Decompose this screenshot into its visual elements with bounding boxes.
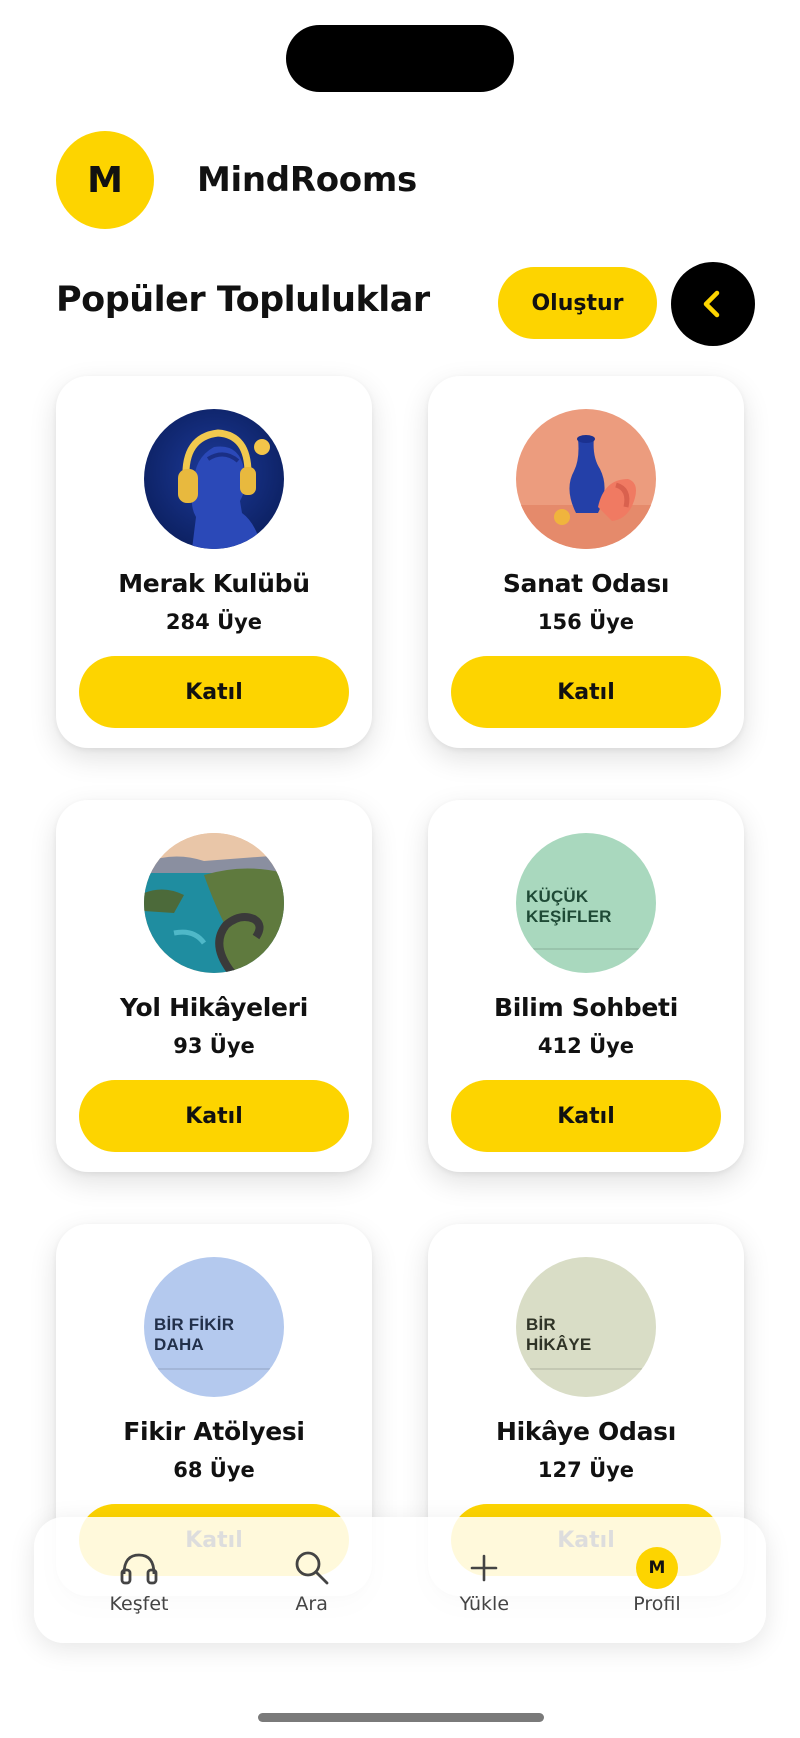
app-name: MindRooms xyxy=(197,160,417,200)
community-image-poster: KÜÇÜK KEŞİFLER xyxy=(516,833,656,973)
app-header: M MindRooms xyxy=(56,131,417,229)
tab-label: Ara xyxy=(295,1593,328,1615)
search-icon xyxy=(295,1551,329,1585)
tab-upload[interactable]: Yükle xyxy=(429,1517,539,1643)
community-image-poster: BİR FİKİR DAHA xyxy=(144,1257,284,1397)
poster-line-1: BİR FİKİR xyxy=(154,1315,235,1334)
join-button[interactable]: Katıl xyxy=(79,656,349,728)
app-logo: M xyxy=(56,131,154,229)
poster-line-2: KEŞİFLER xyxy=(526,907,612,926)
member-count: 93 Üye xyxy=(173,1034,255,1058)
profile-avatar: M xyxy=(635,1547,678,1589)
community-name: Hikâye Odası xyxy=(495,1417,677,1446)
member-count: 284 Üye xyxy=(165,610,263,634)
community-name: Fikir Atölyesi xyxy=(123,1417,305,1446)
member-count: 156 Üye xyxy=(537,610,635,634)
community-image-statue xyxy=(144,409,284,549)
poster-line-1: KÜÇÜK xyxy=(526,887,589,906)
section-title: Popüler Topluluklar xyxy=(56,280,430,320)
join-button[interactable]: Katıl xyxy=(451,656,721,728)
home-indicator xyxy=(258,1713,544,1722)
community-image-vase xyxy=(516,409,656,549)
poster-line-1: BİR xyxy=(526,1315,556,1334)
bottom-tab-bar: Keşfet Ara Yükle M Profil xyxy=(34,1517,766,1643)
tab-search[interactable]: Ara xyxy=(257,1517,367,1643)
tab-label: Yükle xyxy=(459,1593,510,1615)
member-count: 68 Üye xyxy=(173,1458,255,1482)
community-card[interactable]: Sanat Odası 156 Üye Katıl xyxy=(428,376,744,748)
community-image-poster: BİR HİKÂYE xyxy=(516,1257,656,1397)
dynamic-island xyxy=(286,25,514,92)
member-count: 127 Üye xyxy=(537,1458,635,1482)
community-card[interactable]: KÜÇÜK KEŞİFLER Bilim Sohbeti 412 Üye Kat… xyxy=(428,800,744,1172)
join-button[interactable]: Katıl xyxy=(451,1080,721,1152)
poster-line-2: HİKÂYE xyxy=(526,1335,592,1354)
back-button[interactable] xyxy=(671,262,755,346)
community-name: Merak Kulübü xyxy=(118,569,310,598)
poster-line-2: DAHA xyxy=(154,1335,204,1354)
community-grid: Merak Kulübü 284 Üye Katıl Sanat Odası 1… xyxy=(56,376,744,1596)
community-name: Yol Hikâyeleri xyxy=(120,993,308,1022)
tab-label: Profil xyxy=(633,1593,681,1615)
tab-profile[interactable]: M Profil xyxy=(602,1517,712,1643)
create-button[interactable]: Oluştur xyxy=(498,267,657,339)
join-button[interactable]: Katıl xyxy=(79,1080,349,1152)
community-image-coastal-road xyxy=(144,833,284,973)
headphones-icon xyxy=(120,1553,158,1585)
community-name: Bilim Sohbeti xyxy=(494,993,678,1022)
member-count: 412 Üye xyxy=(537,1034,635,1058)
chevron-left-icon xyxy=(703,290,720,318)
community-name: Sanat Odası xyxy=(502,569,670,598)
plus-icon xyxy=(471,1554,498,1582)
community-card[interactable]: Merak Kulübü 284 Üye Katıl xyxy=(56,376,372,748)
tab-label: Keşfet xyxy=(109,1593,169,1615)
tab-discover[interactable]: Keşfet xyxy=(84,1517,194,1643)
community-card[interactable]: Yol Hikâyeleri 93 Üye Katıl xyxy=(56,800,372,1172)
